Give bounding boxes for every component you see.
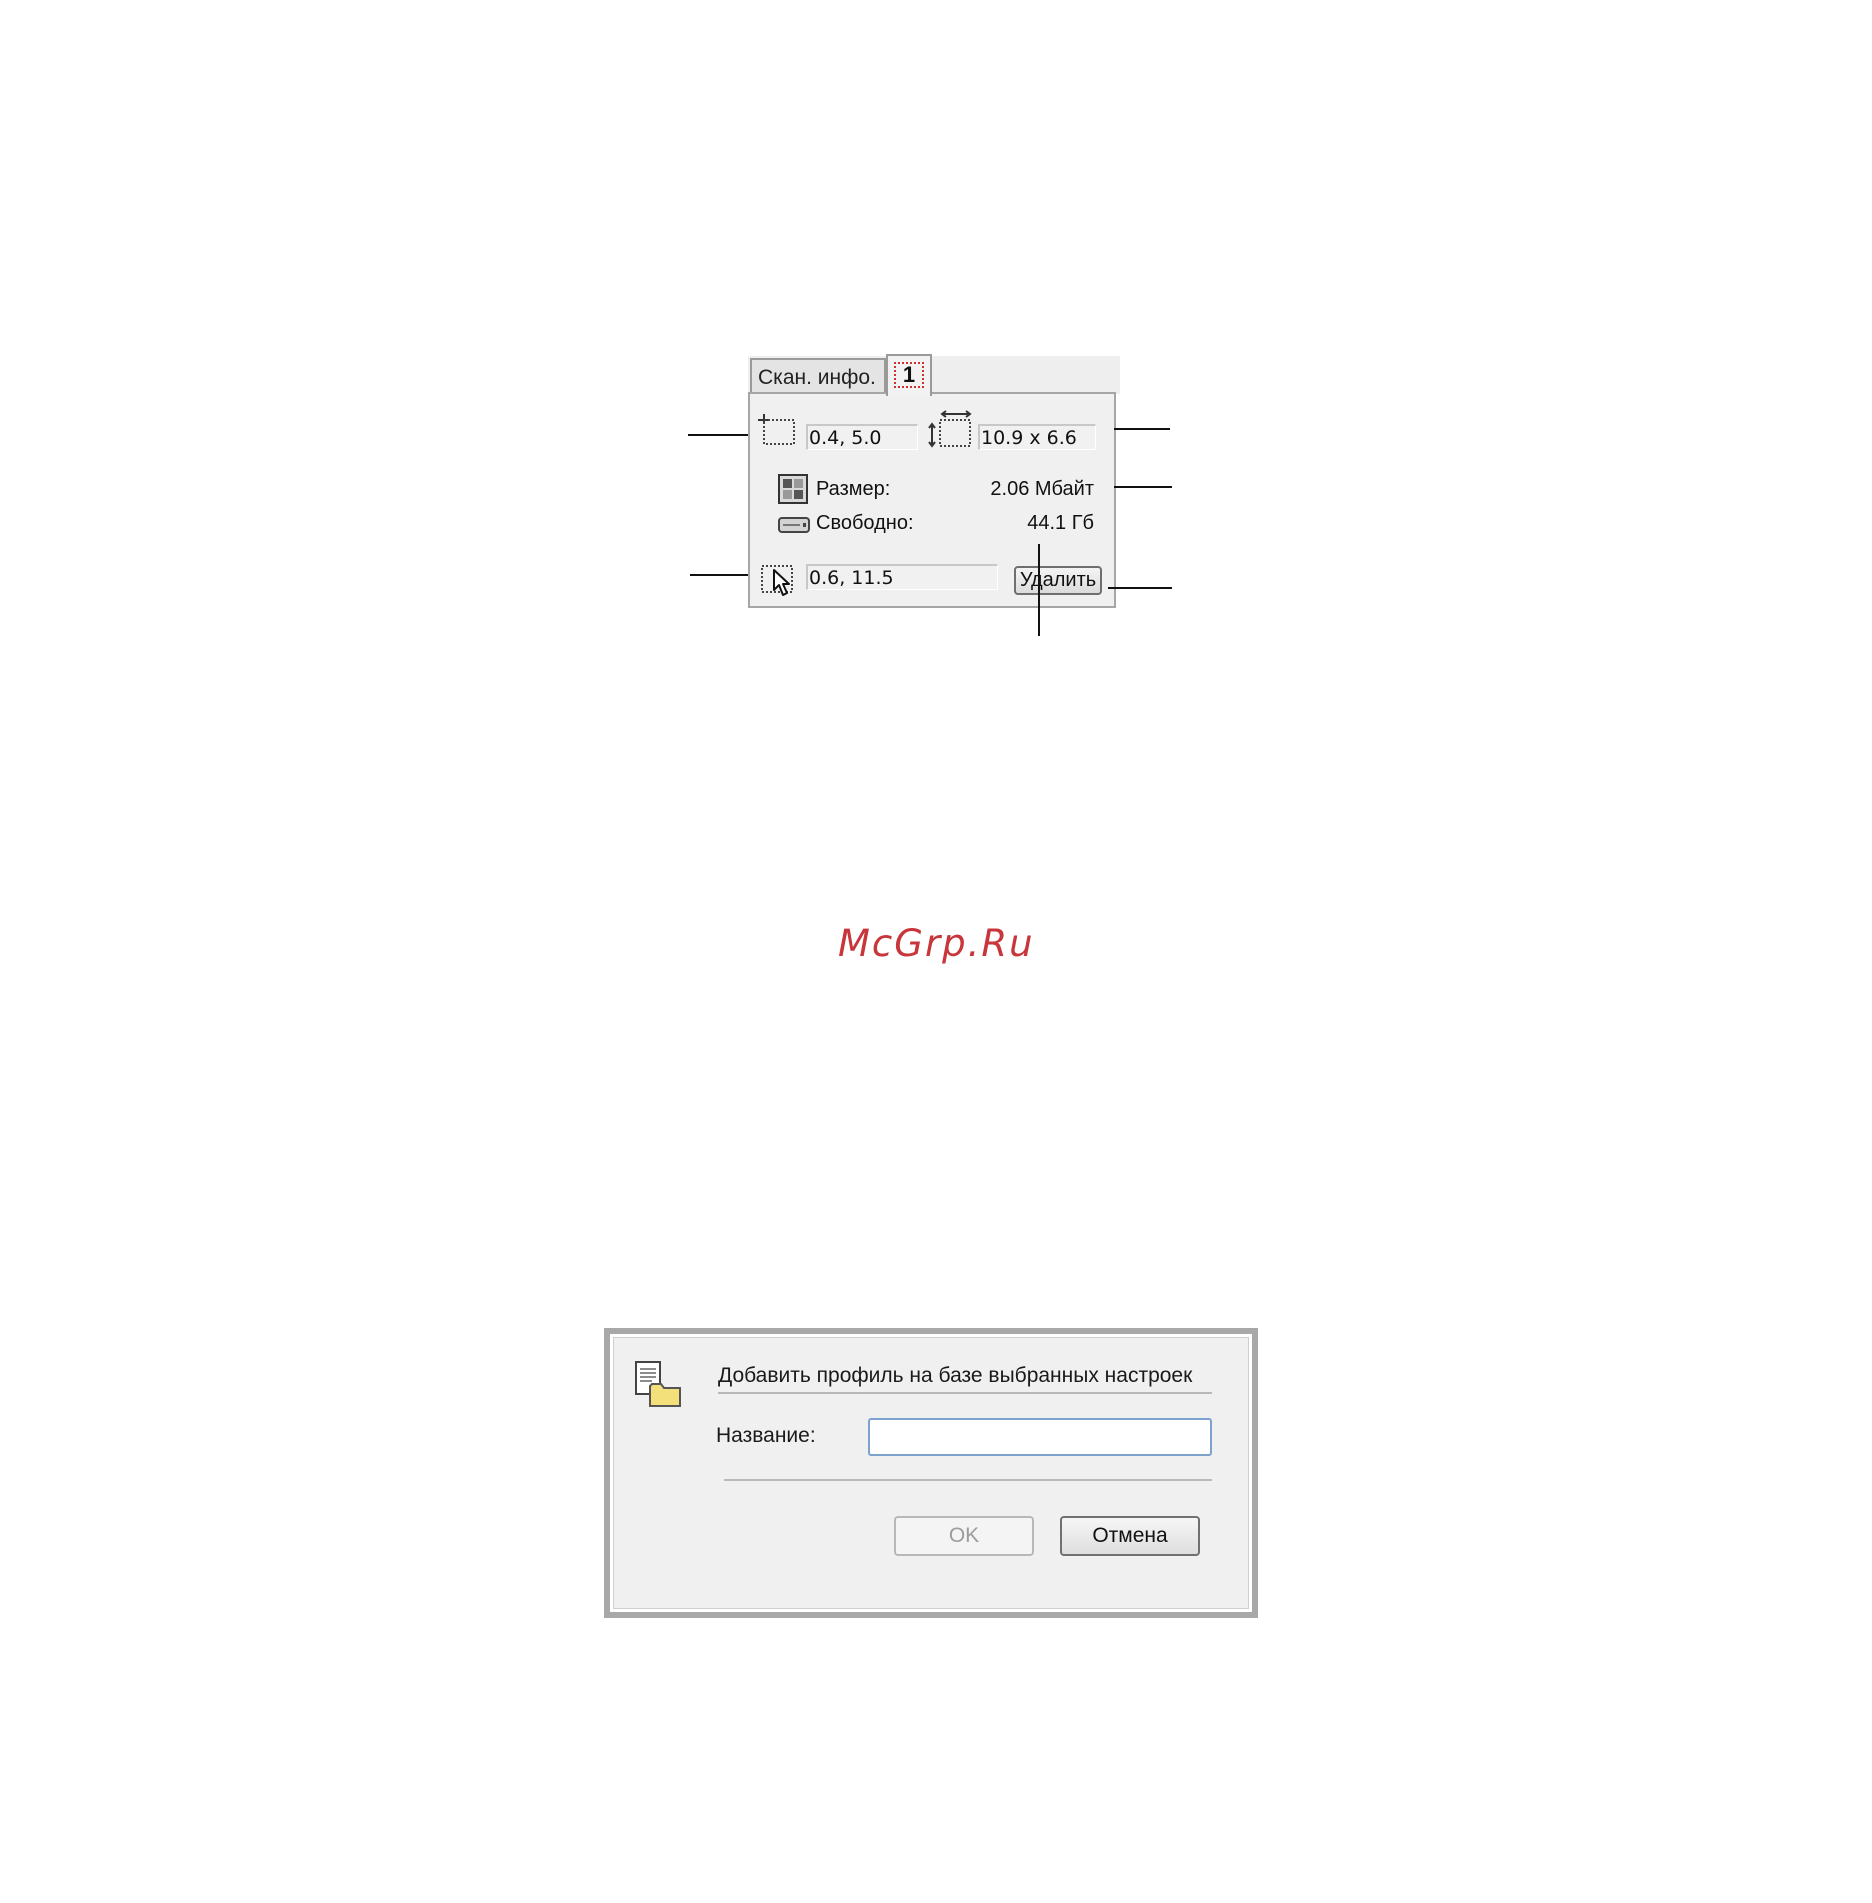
selection-origin-icon [758,414,795,445]
profile-folder-icon [635,1361,681,1407]
size-value: 2.06 Мбайт [990,478,1094,500]
selection-origin-field: 0.4, 5.0 [806,424,918,450]
callout-line-cursor [690,574,748,576]
selection-size-field: 10.9 x 6.6 [978,424,1096,450]
tab-scan-1-label: 1 [894,362,924,388]
dialog-title: Добавить профиль на базе выбранных настр… [718,1364,1193,1387]
image-size-icon [778,474,808,504]
tab-scan-info[interactable]: Скан. инфо. [750,358,886,394]
selection-size-icon [928,410,972,448]
callout-line-dimensions [1114,428,1170,430]
callout-line-free [1038,544,1040,636]
cancel-button[interactable]: Отмена [1060,1516,1200,1556]
buttons-divider [724,1479,1212,1481]
name-input[interactable] [868,1418,1212,1456]
size-label: Размер: [816,478,891,500]
callout-line-delete [1108,587,1172,589]
ok-button[interactable]: OK [894,1516,1034,1556]
delete-button[interactable]: Удалить [1014,566,1102,595]
cursor-position-icon [761,565,793,596]
free-value: 44.1 Гб [1027,512,1094,534]
disk-drive-icon [778,517,810,533]
cursor-position-field: 0.6, 11.5 [806,564,998,590]
callout-line-size [1114,486,1172,488]
watermark: McGrp.Ru [838,922,1035,965]
free-label: Свободно: [816,512,914,534]
title-divider [718,1392,1212,1394]
name-label: Название: [716,1424,816,1447]
tab-scan-1[interactable]: 1 [886,354,932,396]
callout-line-origin [688,434,748,436]
